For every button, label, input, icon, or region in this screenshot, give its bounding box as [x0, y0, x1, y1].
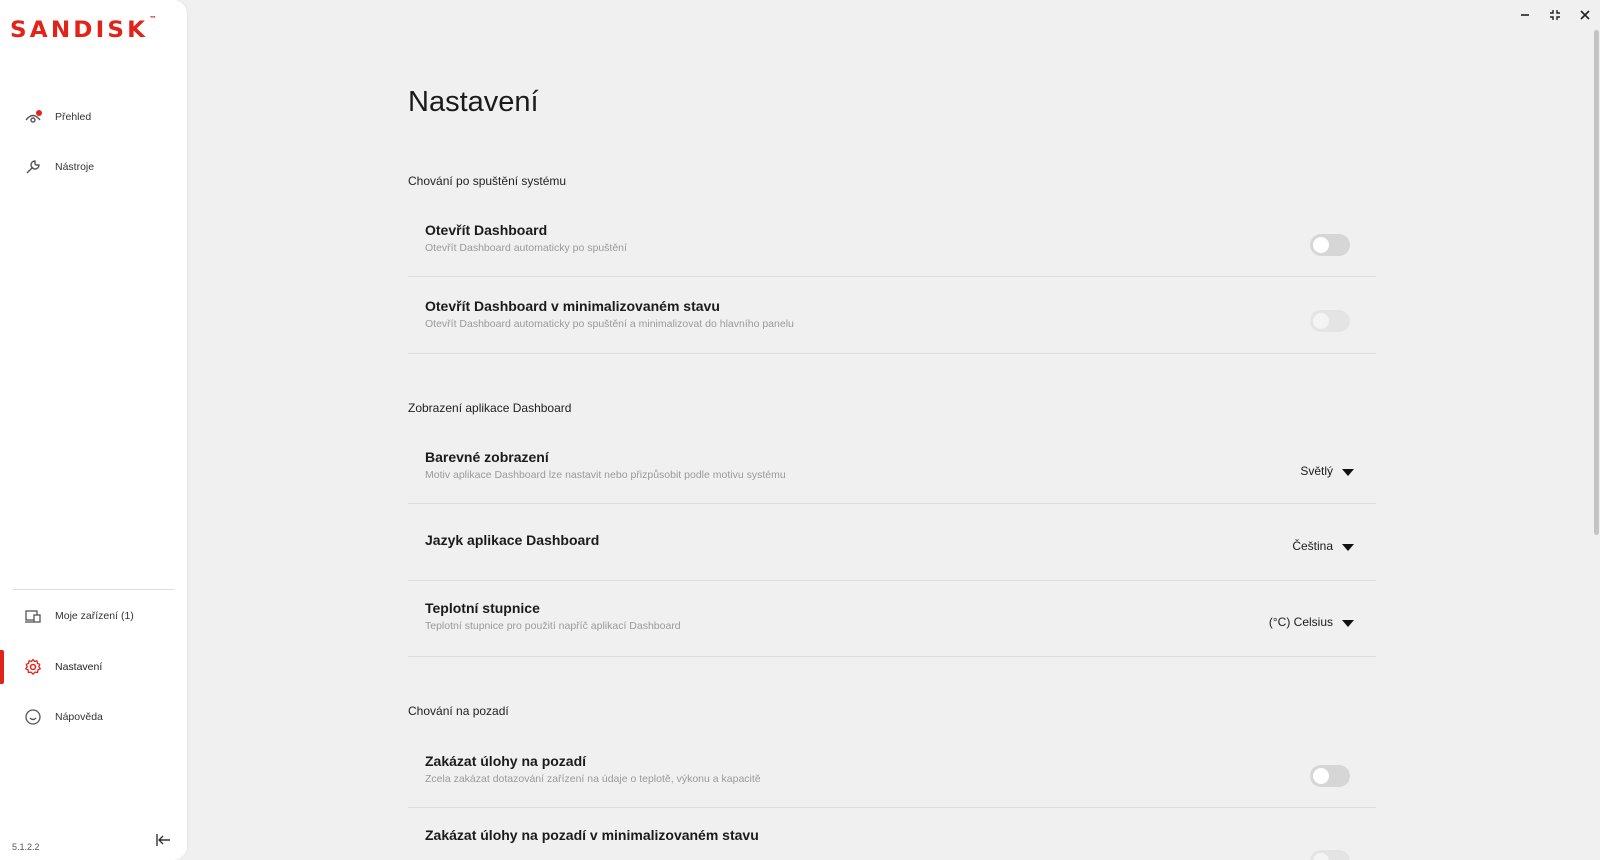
tools-icon: [24, 158, 42, 176]
select-value: (°C) Celsius: [1268, 615, 1333, 629]
section-heading: Zobrazení aplikace Dashboard: [408, 401, 572, 415]
color-theme-select[interactable]: Světlý: [1300, 464, 1354, 478]
setting-row-disable-background: Zakázat úlohy na pozadí Zcela zakázat do…: [408, 739, 1376, 808]
section-heading: Chování na pozadí: [408, 704, 509, 718]
setting-title: Zakázat úlohy na pozadí v minimalizované…: [425, 827, 759, 843]
chevron-down-icon: [1342, 543, 1354, 551]
sidebar-item-settings[interactable]: Nastavení: [0, 649, 187, 685]
setting-title: Zakázat úlohy na pozadí: [425, 753, 587, 769]
disable-background-minimized-toggle[interactable]: [1310, 850, 1350, 860]
sidebar-item-my-devices[interactable]: Moje zařízení (1): [0, 598, 187, 634]
restore-icon[interactable]: [1544, 5, 1566, 25]
toggle-knob: [1313, 237, 1329, 253]
setting-description: Teplotní stupnice pro použití napříč apl…: [425, 620, 681, 632]
language-select[interactable]: Čeština: [1292, 539, 1354, 553]
collapse-left-icon[interactable]: [156, 832, 172, 848]
setting-description: Otevřít Dashboard automaticky po spuštěn…: [425, 242, 627, 254]
setting-title: Barevné zobrazení: [425, 449, 549, 465]
open-minimized-toggle[interactable]: [1310, 310, 1350, 332]
help-icon: [24, 708, 42, 726]
chevron-down-icon: [1342, 619, 1354, 627]
sandisk-logo: SANDISK™: [10, 14, 157, 43]
setting-row-temperature-scale: Teplotní stupnice Teplotní stupnice pro …: [408, 581, 1376, 657]
sidebar-item-label: Nástroje: [55, 161, 95, 173]
devices-icon: [24, 607, 42, 625]
setting-title: Teplotní stupnice: [425, 600, 540, 616]
sidebar-item-label: Nastavení: [55, 661, 103, 673]
close-icon[interactable]: [1574, 5, 1596, 25]
setting-row-color-theme: Barevné zobrazení Motiv aplikace Dashboa…: [408, 433, 1376, 504]
toggle-knob: [1313, 313, 1329, 329]
overview-icon: [24, 108, 42, 126]
sidebar-divider: [13, 589, 175, 590]
setting-row-language: Jazyk aplikace Dashboard Čeština: [408, 504, 1376, 581]
version-label: 5.1.2.2: [12, 842, 40, 852]
sidebar-item-help[interactable]: Nápověda: [0, 699, 187, 735]
setting-row-disable-background-minimized: Zakázat úlohy na pozadí v minimalizované…: [408, 808, 1376, 860]
temperature-scale-select[interactable]: (°C) Celsius: [1269, 615, 1354, 629]
sidebar-item-overview[interactable]: Přehled: [0, 99, 187, 135]
setting-title: Otevřít Dashboard v minimalizovaném stav…: [425, 298, 720, 314]
toggle-knob: [1313, 768, 1329, 784]
select-value: Světlý: [1300, 464, 1333, 478]
setting-description: Motiv aplikace Dashboard lze nastavit ne…: [425, 469, 786, 481]
scrollbar[interactable]: [1594, 30, 1599, 535]
section-heading: Chování po spuštění systému: [408, 174, 567, 188]
setting-title: Jazyk aplikace Dashboard: [425, 532, 600, 548]
open-dashboard-toggle[interactable]: [1310, 234, 1350, 256]
sidebar-item-label: Nápověda: [55, 711, 103, 723]
sidebar-item-label: Moje zařízení (1): [55, 610, 134, 622]
toggle-knob: [1313, 853, 1329, 860]
select-value: Čeština: [1292, 539, 1333, 553]
chevron-down-icon: [1342, 468, 1354, 476]
minimize-icon[interactable]: [1514, 5, 1536, 25]
sidebar-item-label: Přehled: [55, 111, 92, 123]
active-indicator: [0, 650, 4, 684]
page-title: Nastavení: [408, 86, 539, 118]
setting-row-open-minimized: Otevřít Dashboard v minimalizovaném stav…: [408, 277, 1376, 354]
sidebar-item-tools[interactable]: Nástroje: [0, 149, 187, 185]
sidebar: SANDISK™ Přehled Nástroje Moje zařízení …: [0, 0, 187, 860]
setting-row-open-dashboard: Otevřít Dashboard Otevřít Dashboard auto…: [408, 207, 1376, 277]
setting-description: Zcela zakázat dotazování zařízení na úda…: [425, 773, 761, 785]
gear-icon: [24, 658, 42, 676]
setting-description: Otevřít Dashboard automaticky po spuštěn…: [425, 318, 794, 330]
disable-background-toggle[interactable]: [1310, 765, 1350, 787]
setting-title: Otevřít Dashboard: [425, 222, 548, 238]
